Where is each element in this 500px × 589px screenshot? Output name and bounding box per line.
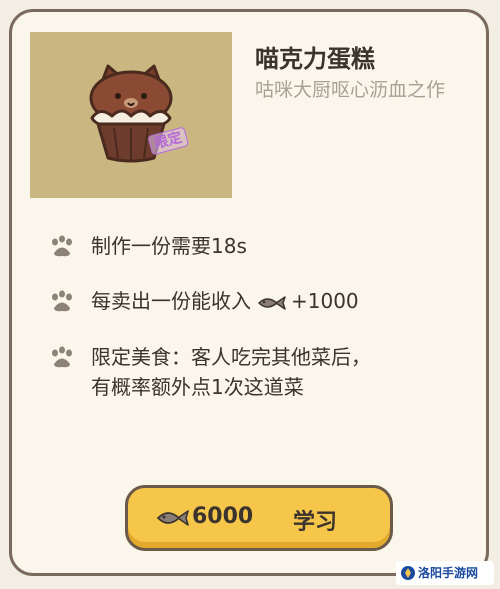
paw-icon (52, 290, 72, 312)
learn-price: 6000 (192, 504, 254, 529)
detail-text: 限定美食：客人吃完其他菜后， 有概率额外点1次这道菜 (91, 342, 371, 402)
income-prefix: 每卖出一份能收入 (91, 289, 251, 313)
food-image (30, 32, 232, 198)
income-amount: +1000 (291, 289, 359, 313)
recipe-card: 限定 喵克力蛋糕 咕咪大厨呕心沥血之作 制作一份需要18s 每卖出一份能收入 +… (9, 9, 489, 576)
detail-row-income: 每卖出一份能收入 +1000 (49, 286, 449, 318)
limited-line-1: 限定美食：客人吃完其他菜后， (91, 345, 371, 369)
detail-text: 制作一份需要18s (91, 234, 247, 258)
watermark-text: 洛阳手游网 (418, 566, 479, 580)
fish-icon (257, 295, 286, 310)
paw-icon (52, 346, 72, 368)
item-description: 咕咪大厨呕心沥血之作 (255, 79, 446, 101)
cat-cake-illustration (89, 64, 173, 163)
detail-row-limited: 限定美食：客人吃完其他菜后， 有概率额外点1次这道菜 (49, 342, 449, 406)
learn-button[interactable]: 6000 学习 (125, 485, 393, 551)
detail-text: 每卖出一份能收入 +1000 (91, 286, 359, 316)
limited-line-2: 有概率额外点1次这道菜 (91, 375, 304, 399)
paw-icon (52, 235, 72, 257)
watermark: 洛阳手游网 (396, 561, 494, 585)
watermark-logo-icon (401, 566, 415, 580)
detail-row-craft-time: 制作一份需要18s (49, 231, 449, 263)
learn-label: 学习 (293, 510, 338, 535)
item-title: 喵克力蛋糕 (255, 45, 375, 73)
fish-icon (156, 510, 189, 526)
